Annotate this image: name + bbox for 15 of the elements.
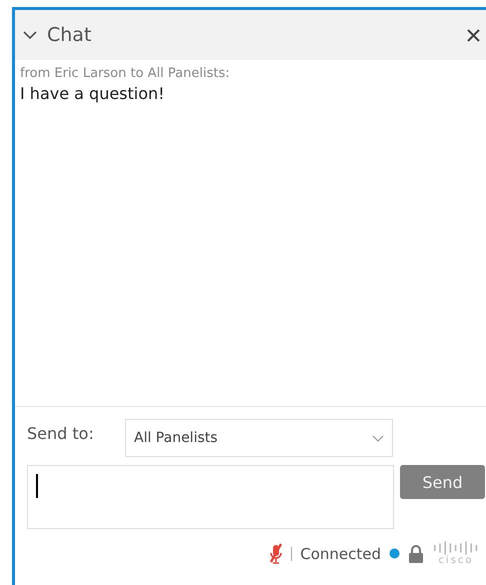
logo-text: cisco	[438, 555, 474, 566]
microphone-icon[interactable]	[269, 542, 284, 564]
panel-title: Chat	[47, 24, 92, 46]
chevron-icon[interactable]	[23, 30, 37, 40]
message-input[interactable]	[27, 465, 394, 529]
dropdown-caret-icon[interactable]	[372, 434, 384, 442]
recipient-dropdown[interactable]: All Panelists	[125, 419, 393, 457]
logo-bars-icon	[432, 541, 480, 555]
message-sender: from Eric Larson to All Panelists:	[20, 66, 231, 81]
connection-status: Connected	[300, 544, 381, 562]
message-text: I have a question!	[20, 84, 166, 103]
status-dot-icon	[389, 548, 400, 559]
lock-icon	[408, 544, 424, 562]
send-to-label: Send to:	[27, 424, 95, 442]
close-icon[interactable]	[467, 28, 480, 42]
